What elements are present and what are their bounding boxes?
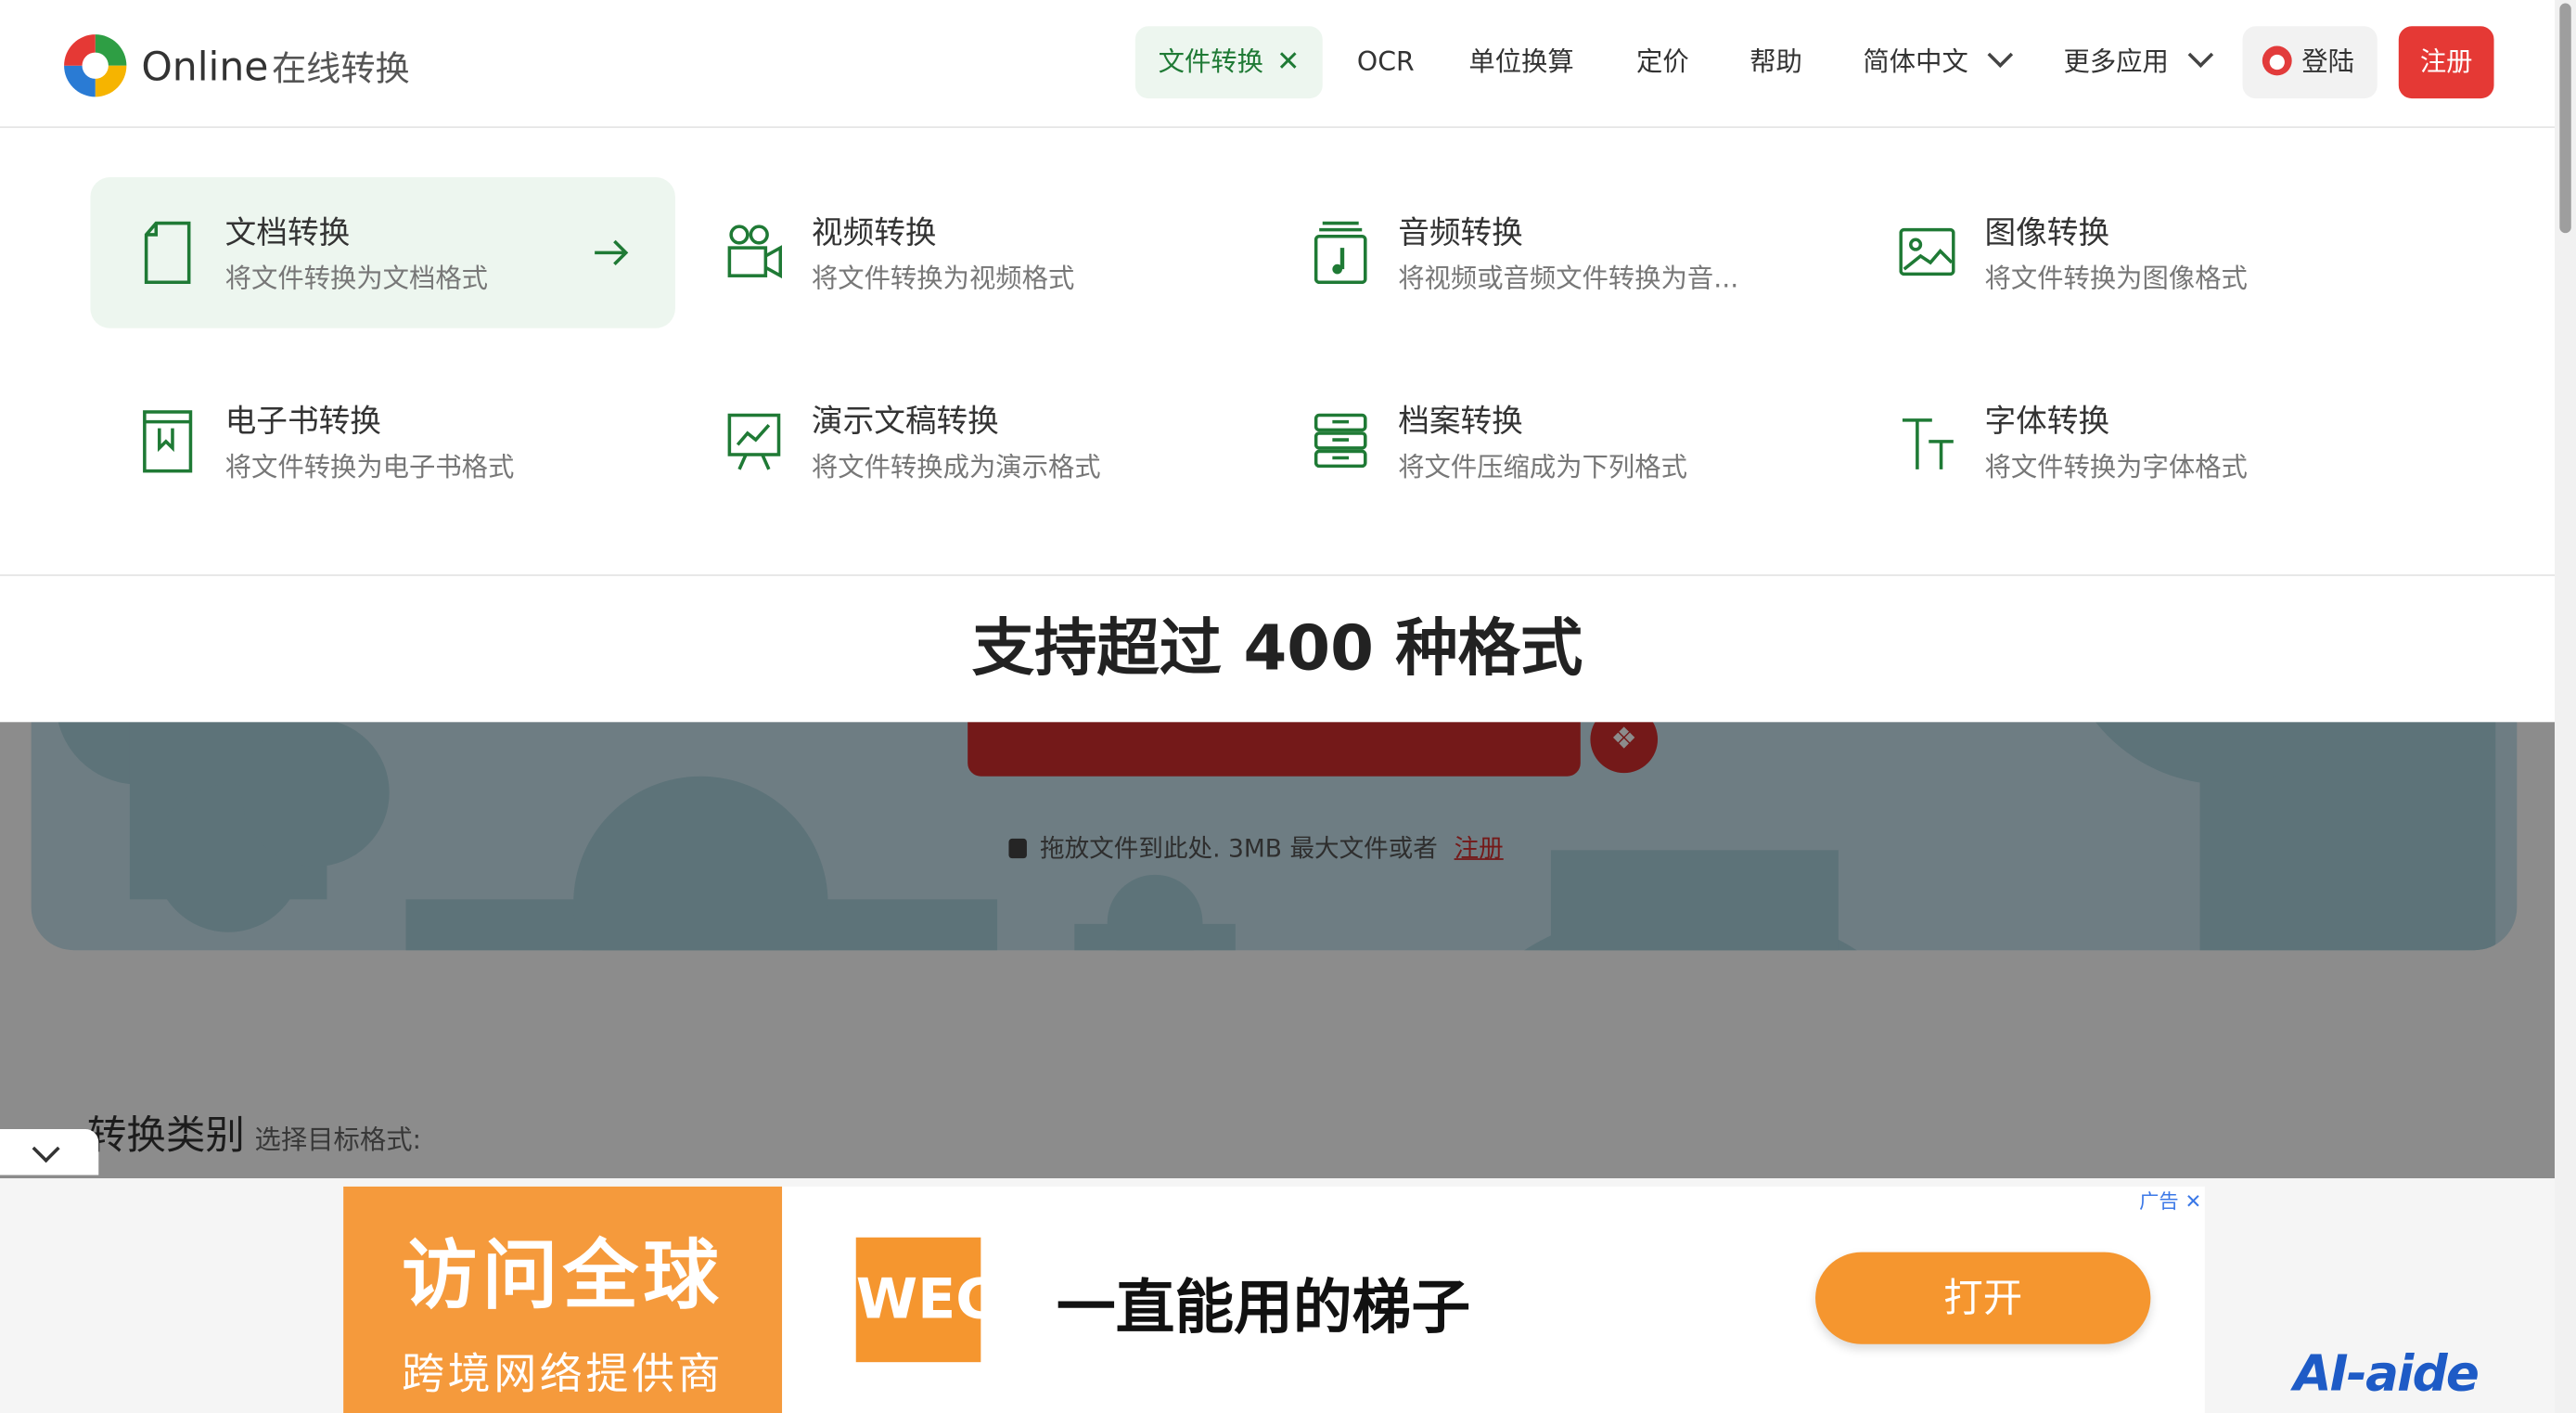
nav-language[interactable]: 简体中文 — [1863, 26, 2014, 98]
nav-pricing[interactable]: 定价 — [1636, 26, 1689, 98]
menu-card-desc: 将文件转换成为演示格式 — [811, 451, 1101, 483]
arrow-right-icon — [595, 239, 629, 266]
music-file-icon — [1314, 221, 1367, 285]
watermark: AI-aide — [2293, 1345, 2479, 1404]
chevron-down-icon — [32, 1135, 60, 1163]
nav-ocr[interactable]: OCR — [1357, 26, 1415, 98]
signup-button[interactable]: 注册 — [2398, 26, 2494, 99]
font-icon — [1902, 418, 1954, 469]
ad-image[interactable]: 访问全球 跨境网络提供商 — [343, 1186, 783, 1413]
scrollbar-thumb[interactable] — [2559, 3, 2571, 234]
menu-card-title: 文档转换 — [224, 214, 351, 251]
ad-banner[interactable]: 访问全球 跨境网络提供商 WEG 一直能用的梯子 打开 广告 ✕ — [343, 1186, 2205, 1413]
ad-title[interactable]: 一直能用的梯子 — [1057, 1261, 1470, 1346]
brand-name[interactable]: Online 在线转换 — [141, 43, 409, 92]
ebook-icon — [143, 410, 193, 473]
convert-menu: 文档转换 将文件转换为文档格式 视频转换 将文件转换为视频格式 音频转换 将视频… — [0, 127, 2556, 576]
menu-card-desc: 将视频或音频文件转换为音... — [1398, 263, 1739, 294]
menu-card-title: 档案转换 — [1398, 404, 1523, 441]
ad-label[interactable]: 广告 ✕ — [2139, 1187, 2201, 1214]
menu-card-desc: 将文件转换为电子书格式 — [224, 451, 515, 483]
menu-card-title: 演示文稿转换 — [811, 404, 999, 441]
menu-card-desc: 将文件转换为字体格式 — [1984, 451, 2248, 483]
menu-card-title: 音频转换 — [1398, 214, 1523, 251]
user-icon: ● — [2262, 45, 2292, 75]
menu-card-presentation[interactable]: 演示文稿转换 将文件转换成为演示格式 — [677, 366, 1262, 517]
ad-logo[interactable]: WEG — [855, 1237, 1002, 1363]
document-icon — [144, 221, 191, 285]
close-icon[interactable]: ✕ — [1276, 46, 1300, 79]
menu-card-audio[interactable]: 音频转换 将视频或音频文件转换为音... — [1263, 177, 1849, 328]
chevron-down-icon — [2187, 42, 2214, 69]
scrollbar[interactable] — [2555, 0, 2576, 1413]
page: Online 在线转换 文件转换 ✕ OCR 单位换算 定价 帮助 简体中文 更多应… — [0, 0, 2576, 1413]
presentation-icon — [727, 413, 781, 470]
menu-card-desc: 将文件压缩成为下列格式 — [1398, 451, 1687, 483]
menu-card-image[interactable]: 图像转换 将文件转换为图像格式 — [1850, 177, 2435, 328]
menu-card-archive[interactable]: 档案转换 将文件压缩成为下列格式 — [1263, 366, 1849, 517]
nav-file-convert[interactable]: 文件转换 ✕ — [1134, 26, 1324, 99]
chevron-down-icon — [1987, 42, 2014, 69]
close-icon[interactable]: ✕ — [2185, 1189, 2201, 1213]
menu-card-font[interactable]: 字体转换 将文件转换为字体格式 — [1850, 366, 2435, 517]
menu-card-desc: 将文件转换为视频格式 — [811, 263, 1075, 294]
nav-unit-conversion[interactable]: 单位换算 — [1468, 26, 1573, 98]
menu-card-title: 字体转换 — [1984, 404, 2110, 441]
login-button[interactable]: ● 登陆 — [2242, 26, 2377, 99]
menu-card-title: 图像转换 — [1984, 214, 2110, 251]
ad-bar: 访问全球 跨境网络提供商 WEG 一直能用的梯子 打开 广告 ✕ — [0, 1178, 2556, 1413]
logo-icon[interactable] — [59, 30, 132, 102]
menu-card-title: 视频转换 — [811, 214, 937, 251]
formats-banner: 支持超过 400 种格式 — [0, 575, 2556, 723]
image-icon — [1899, 227, 1955, 276]
video-camera-icon — [727, 225, 783, 279]
menu-card-title: 电子书转换 — [224, 404, 381, 441]
menu-card-desc: 将文件转换为图像格式 — [1984, 263, 2248, 294]
ad-open-button[interactable]: 打开 — [1815, 1252, 2151, 1344]
menu-card-video[interactable]: 视频转换 将文件转换为视频格式 — [677, 177, 1262, 328]
nav-help[interactable]: 帮助 — [1749, 26, 1802, 98]
archive-icon — [1314, 413, 1367, 469]
menu-card-desc: 将文件转换为文档格式 — [224, 263, 489, 294]
collapse-tab[interactable] — [0, 1129, 99, 1175]
top-header: Online 在线转换 文件转换 ✕ OCR 单位换算 定价 帮助 简体中文 更多应… — [0, 0, 2556, 128]
menu-card-ebook[interactable]: 电子书转换 将文件转换为电子书格式 — [90, 366, 675, 517]
menu-card-document[interactable]: 文档转换 将文件转换为文档格式 — [90, 177, 675, 328]
nav-more-apps[interactable]: 更多应用 — [2064, 26, 2214, 98]
